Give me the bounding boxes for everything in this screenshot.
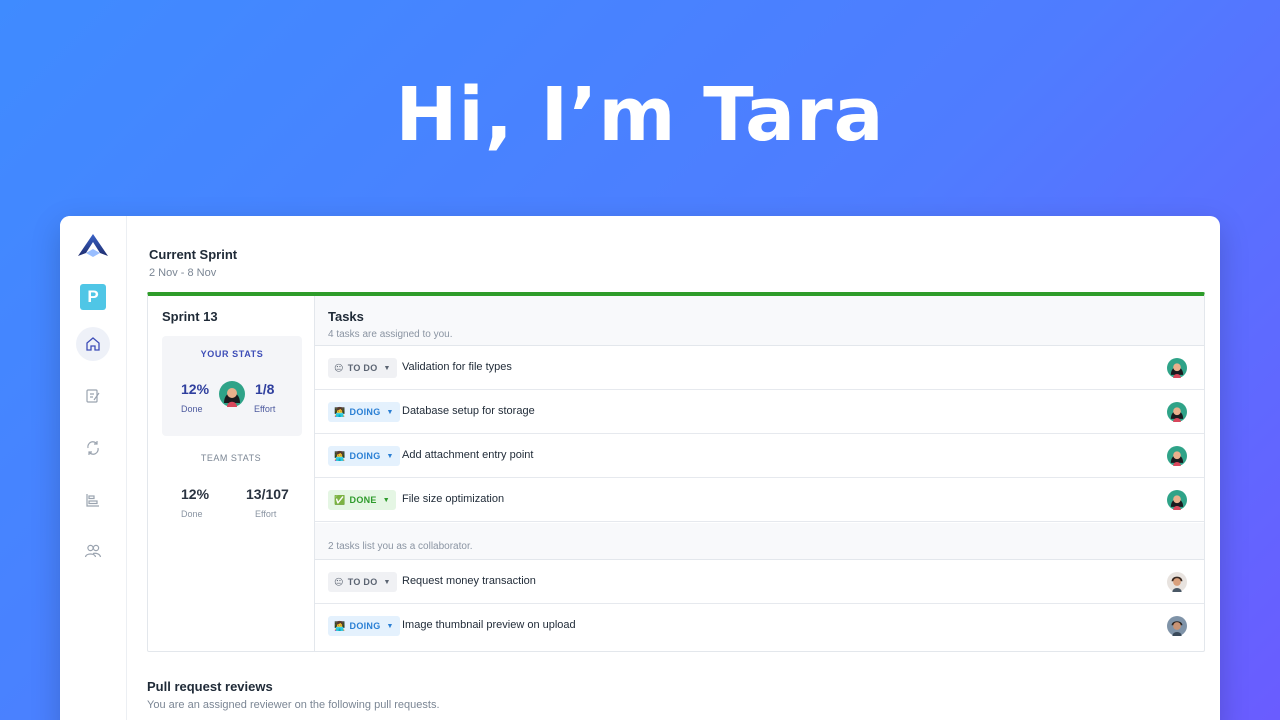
check-mark-icon: ✅ xyxy=(334,494,346,505)
your-effort-label: Effort xyxy=(254,404,276,414)
caret-down-icon: ▼ xyxy=(383,364,391,372)
status-label: DONE xyxy=(349,495,377,505)
caret-down-icon: ▼ xyxy=(386,452,394,460)
status-dropdown[interactable]: 😐 TO DO ▼ xyxy=(328,572,397,592)
team-stats-label: TEAM STATS xyxy=(200,453,262,463)
sprint-dates: 2 Nov - 8 Nov xyxy=(149,267,217,279)
avatar xyxy=(1167,446,1187,466)
app-window: P Current Sprint 2 Nov - 8 Nov Sprint 13… xyxy=(60,216,1220,720)
collaborator-text: 2 tasks list you as a collaborator. xyxy=(328,541,473,552)
tasks-column: Tasks 4 tasks are assigned to you. 😐 TO D… xyxy=(315,296,1204,651)
status-dropdown[interactable]: 👩‍💻 DOING ▼ xyxy=(328,402,400,422)
status-label: TO DO xyxy=(347,363,378,373)
task-title[interactable]: Image thumbnail preview on upload xyxy=(402,619,576,631)
collaborator-header: 2 tasks list you as a collaborator. xyxy=(315,523,1204,560)
caret-down-icon: ▼ xyxy=(382,496,390,504)
your-stats-label: YOUR STATS xyxy=(200,349,264,359)
status-label: TO DO xyxy=(347,577,378,587)
sprint-name: Sprint 13 xyxy=(162,309,218,324)
task-row[interactable]: 👩‍💻 DOING ▼ Add attachment entry point xyxy=(315,434,1204,478)
status-dropdown[interactable]: ✅ DONE ▼ xyxy=(328,490,396,510)
your-done-value: 12% xyxy=(181,381,210,397)
technologist-icon: 👩‍💻 xyxy=(334,620,346,631)
hero-title: Hi, I’m Tara xyxy=(395,72,885,158)
task-row[interactable]: 👩‍💻 DOING ▼ Database setup for storage xyxy=(315,390,1204,434)
tasks-title: Tasks xyxy=(328,309,364,324)
technologist-icon: 👩‍💻 xyxy=(334,406,346,417)
task-title[interactable]: File size optimization xyxy=(402,493,504,505)
avatar xyxy=(1167,402,1187,422)
neutral-face-icon: 😐 xyxy=(334,362,344,373)
task-row[interactable]: 😐 TO DO ▼ Validation for file types xyxy=(315,346,1204,390)
sidebar: P xyxy=(60,216,127,720)
pull-request-title: Pull request reviews xyxy=(147,679,273,694)
current-sprint-title: Current Sprint xyxy=(149,247,238,262)
avatar xyxy=(1167,358,1187,378)
status-dropdown[interactable]: 😐 TO DO ▼ xyxy=(328,358,397,378)
pull-request-subtitle: You are an assigned reviewer on the foll… xyxy=(147,699,440,711)
sprint-panel: Sprint 13 YOUR STATS 12% Done 1/8 Effort… xyxy=(147,292,1205,652)
status-label: DOING xyxy=(349,451,381,461)
status-dropdown[interactable]: 👩‍💻 DOING ▼ xyxy=(328,616,400,636)
team-effort-value: 13/107 xyxy=(246,486,289,502)
tasks-header: Tasks 4 tasks are assigned to you. xyxy=(315,296,1204,346)
avatar xyxy=(1167,572,1187,592)
your-done-label: Done xyxy=(181,404,203,414)
task-row[interactable]: 😐 TO DO ▼ Request money transaction xyxy=(315,560,1204,604)
avatar xyxy=(1167,490,1187,510)
main-content: Current Sprint 2 Nov - 8 Nov Sprint 13 Y… xyxy=(147,216,1220,720)
your-effort-value: 1/8 xyxy=(255,381,275,397)
avatar xyxy=(219,381,245,407)
home-icon[interactable] xyxy=(76,327,110,361)
edit-icon[interactable] xyxy=(76,379,110,413)
caret-down-icon: ▼ xyxy=(383,578,391,586)
team-icon[interactable] xyxy=(76,534,110,568)
app-logo-icon[interactable] xyxy=(76,230,110,264)
avatar xyxy=(1167,616,1187,636)
your-stats-card: YOUR STATS 12% Done 1/8 Effort xyxy=(162,336,302,436)
task-title[interactable]: Add attachment entry point xyxy=(402,449,533,461)
stats-column: Sprint 13 YOUR STATS 12% Done 1/8 Effort… xyxy=(148,296,315,651)
team-effort-label: Effort xyxy=(255,509,277,519)
task-title[interactable]: Request money transaction xyxy=(402,575,536,587)
task-row[interactable]: ✅ DONE ▼ File size optimization xyxy=(315,478,1204,522)
status-label: DOING xyxy=(349,621,381,631)
status-dropdown[interactable]: 👩‍💻 DOING ▼ xyxy=(328,446,400,466)
roadmap-icon[interactable] xyxy=(76,483,110,517)
caret-down-icon: ▼ xyxy=(386,622,394,630)
team-done-value: 12% xyxy=(181,486,210,502)
task-title[interactable]: Database setup for storage xyxy=(402,405,535,417)
sync-icon[interactable] xyxy=(76,431,110,465)
caret-down-icon: ▼ xyxy=(386,408,394,416)
project-p-icon[interactable]: P xyxy=(76,280,110,314)
task-title[interactable]: Validation for file types xyxy=(402,361,512,373)
team-done-label: Done xyxy=(181,509,203,519)
neutral-face-icon: 😐 xyxy=(334,576,344,587)
tasks-assigned-text: 4 tasks are assigned to you. xyxy=(328,329,453,340)
project-p-label: P xyxy=(80,284,106,310)
task-row[interactable]: 👩‍💻 DOING ▼ Image thumbnail preview on upl… xyxy=(315,604,1204,648)
technologist-icon: 👩‍💻 xyxy=(334,450,346,461)
status-label: DOING xyxy=(349,407,381,417)
